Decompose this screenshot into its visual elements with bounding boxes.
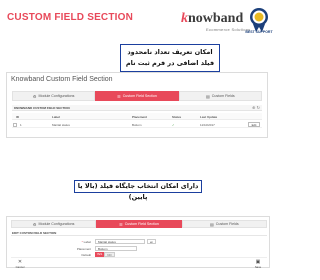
placement-select[interactable]: Bottom	[95, 246, 137, 251]
table-row: 1 Marital status Bottom ✓ 11/10/2017 Edi…	[12, 121, 262, 128]
callout-field-placement: دارای امکان انتخاب جایگاه فیلد (بالا یا …	[74, 180, 202, 201]
gear-icon: ⚙	[32, 93, 37, 99]
tab-module-configurations[interactable]: ⚙ Module Configurations	[12, 91, 96, 101]
tab-label: Custom Fields	[211, 94, 235, 98]
form-footer: ✕ Cancel ▣ Save	[11, 257, 267, 269]
tab-label: Module Configurations	[38, 94, 75, 98]
cancel-button[interactable]: ✕ Cancel	[13, 259, 27, 269]
placement-field-label: Placement	[76, 247, 91, 251]
tab-label: Custom Field Section	[124, 222, 159, 226]
cell-placement: Bottom	[132, 123, 142, 127]
tab-custom-fields[interactable]: ▤ Custom Fields	[181, 220, 267, 228]
status-check-icon[interactable]: ✓	[172, 123, 175, 127]
cancel-label: Cancel	[15, 265, 25, 269]
label-field-label: * Label	[81, 240, 91, 244]
tab-label: Custom Field Section	[122, 94, 157, 98]
callout-unlimited-fields: امکان تعریف تعداد نامحدود فیلد اضافی در …	[120, 44, 220, 72]
section-label: EDIT CUSTOM FIELD SECTION	[12, 231, 57, 235]
page-header: CUSTOM FIELD SECTION knowband Ecommerce …	[0, 0, 280, 38]
section-actions: ⊕ ↻	[252, 105, 260, 110]
tab-bar: ⚙ Module Configurations ☰ Custom Field Sec…	[12, 91, 262, 101]
language-select[interactable]: en	[147, 239, 156, 244]
gear-icon: ⚙	[32, 221, 37, 227]
list-icon: ☰	[117, 93, 121, 99]
form-row-label: * Label Marital status en	[7, 239, 271, 245]
knowband-logo: knowband	[181, 12, 243, 26]
custom-field-list-panel: Knowband Custom Field Section ⚙ Module Co…	[6, 72, 268, 138]
column-header-status[interactable]: Status	[172, 115, 181, 119]
save-label: Save	[254, 265, 262, 269]
panel-title: Knowband Custom Field Section	[11, 76, 113, 83]
page-title: CUSTOM FIELD SECTION	[7, 12, 134, 23]
table-header: ID Label Placement Status Last Update	[12, 113, 262, 120]
edit-field-panel: ⚙ Module Configurations ☰ Custom Field Sec…	[6, 216, 271, 269]
tab-bar: ⚙ Module Configurations ☰ Custom Field Sec…	[11, 220, 267, 228]
tab-custom-field-section[interactable]: ☰ Custom Field Section	[95, 91, 179, 101]
section-header: KNOWBAND CUSTOM FIELD SECTION ⊕ ↻	[12, 105, 262, 111]
add-icon[interactable]: ⊕	[252, 105, 255, 110]
cell-last-update: 11/10/2017	[200, 123, 215, 127]
tab-custom-fields[interactable]: ▤ Custom Fields	[178, 91, 262, 101]
column-header-label[interactable]: Label	[52, 115, 60, 119]
column-header-last-update[interactable]: Last Update	[200, 115, 217, 119]
badge-text: BEST SUPPORT	[245, 30, 273, 34]
section-label: KNOWBAND CUSTOM FIELD SECTION	[14, 106, 70, 110]
tab-module-configurations[interactable]: ⚙ Module Configurations	[11, 220, 97, 228]
refresh-icon[interactable]: ↻	[257, 105, 260, 110]
edit-button[interactable]: Edit	[248, 122, 260, 127]
column-header-placement[interactable]: Placement	[132, 115, 147, 119]
tab-custom-field-section[interactable]: ☰ Custom Field Section	[96, 220, 182, 228]
label-input[interactable]: Marital status	[95, 239, 145, 244]
column-header-id[interactable]: ID	[16, 115, 19, 119]
save-button[interactable]: ▣ Save	[251, 259, 265, 269]
section-header: EDIT CUSTOM FIELD SECTION	[11, 230, 267, 236]
logo-main: nowband	[188, 11, 244, 26]
field-icon: ▤	[205, 93, 210, 99]
field-icon: ▤	[209, 221, 214, 227]
list-icon: ☰	[119, 221, 123, 227]
cell-label: Marital status	[52, 123, 70, 127]
tab-label: Custom Fields	[215, 222, 239, 226]
row-checkbox[interactable]	[13, 122, 17, 127]
tab-label: Module Configurations	[38, 222, 75, 226]
logo-k: k	[181, 11, 188, 26]
label-text: Label	[83, 240, 91, 244]
cell-id: 1	[20, 123, 22, 127]
